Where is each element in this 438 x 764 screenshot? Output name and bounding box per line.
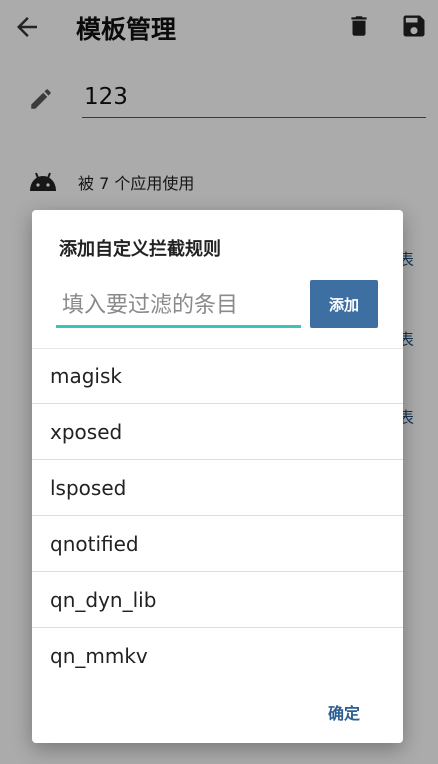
list-item[interactable]: magisk — [32, 348, 403, 404]
list-item[interactable]: qn_dyn_lib — [32, 572, 403, 628]
confirm-button[interactable]: 确定 — [328, 700, 360, 724]
list-item[interactable]: xposed — [32, 404, 403, 460]
rule-list: magisk xposed lsposed qnotified qn_dyn_l… — [32, 348, 403, 684]
add-button[interactable]: 添加 — [310, 280, 378, 328]
add-rule-dialog: 添加自定义拦截规则 添加 magisk xposed lsposed qnoti… — [32, 210, 403, 743]
rule-input-wrapper — [56, 286, 301, 328]
list-item[interactable]: lsposed — [32, 460, 403, 516]
dialog-title: 添加自定义拦截规则 — [59, 239, 221, 260]
list-item[interactable]: qn_mmkv — [32, 628, 403, 684]
rule-input[interactable] — [56, 286, 301, 325]
list-item[interactable]: qnotified — [32, 516, 403, 572]
